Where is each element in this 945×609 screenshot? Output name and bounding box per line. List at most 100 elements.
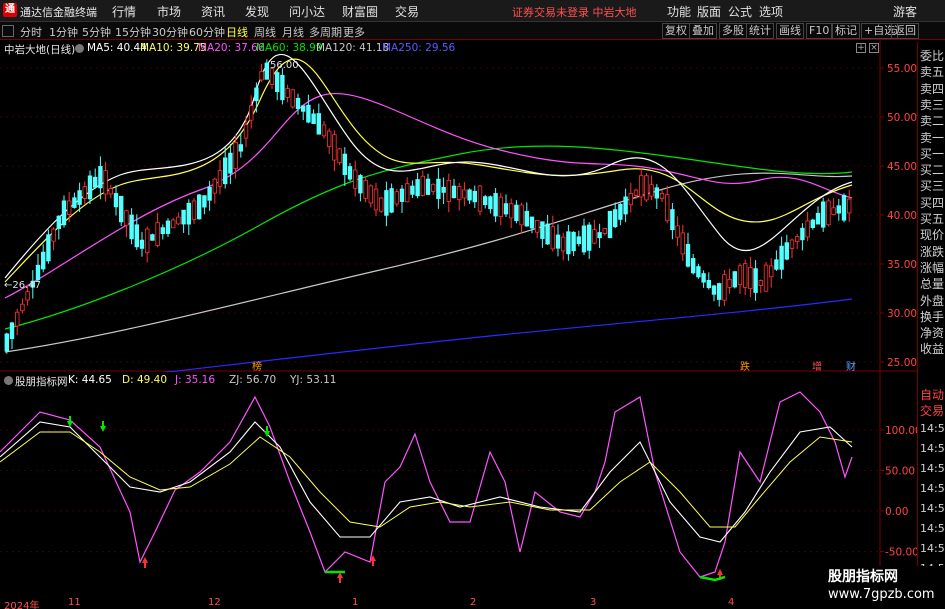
candle-body <box>508 203 514 219</box>
period-60min[interactable]: 60分钟 <box>189 24 225 40</box>
settings-icon[interactable] <box>75 44 84 53</box>
candle-body <box>373 188 379 211</box>
indicator-settings-icon[interactable] <box>4 376 13 385</box>
quote-label: 外盘 <box>920 293 945 308</box>
candle-body <box>670 209 675 231</box>
yj-value: YJ: 53.11 <box>290 374 337 386</box>
candle-body <box>654 187 659 199</box>
candle-body <box>316 113 321 135</box>
period-30min[interactable]: 30分钟 <box>152 24 188 40</box>
menu-shichang[interactable]: 市场 <box>157 3 181 20</box>
mark-button[interactable]: 标记 <box>832 23 860 39</box>
candle-body <box>571 231 576 252</box>
multi-stock-button[interactable]: 多股 <box>719 23 747 39</box>
candle-body <box>332 134 337 161</box>
panel-tab[interactable]: 交易 <box>920 402 944 419</box>
close-icon[interactable]: × <box>869 43 879 53</box>
candle-body <box>706 280 711 288</box>
menu-xuanxiang[interactable]: 选项 <box>759 3 783 20</box>
candle-body <box>212 178 217 194</box>
candle-body <box>378 197 384 212</box>
candle-body <box>134 224 139 248</box>
candle-body <box>228 152 233 174</box>
quote-label: 买四 <box>920 195 945 210</box>
candle-body <box>519 204 524 226</box>
back-button[interactable]: 返回 <box>891 23 919 39</box>
menu-jiaoyi[interactable]: 交易 <box>395 3 419 20</box>
period-multi[interactable]: 多周期 <box>309 24 342 40</box>
candle-body <box>488 196 493 210</box>
candle-body <box>472 190 477 203</box>
candle-body <box>139 239 145 249</box>
period-weekly[interactable]: 周线 <box>254 24 276 40</box>
candle-body <box>774 259 779 270</box>
candle-body <box>264 62 269 80</box>
candle-body <box>384 190 389 216</box>
menu-hangqing[interactable]: 行情 <box>112 3 136 20</box>
overlay-button[interactable]: 叠加 <box>689 23 717 39</box>
price-tick-label: 55.00 <box>887 63 917 75</box>
guest-button[interactable]: 游客 <box>893 3 917 20</box>
candle-body <box>285 88 290 98</box>
period-more[interactable]: 更多 <box>343 24 365 40</box>
draw-line-button[interactable]: 画线 <box>776 23 804 39</box>
ma20-value: MA20: 37.66 <box>198 42 265 54</box>
period-15min[interactable]: 15分钟 <box>115 24 151 40</box>
candle-body <box>691 258 696 274</box>
candle-body <box>389 188 394 213</box>
event-marker: 增 <box>812 360 822 372</box>
quote-label: 卖三 <box>920 97 945 112</box>
menu-caifuquan[interactable]: 财富圈 <box>342 3 378 20</box>
menu-grid-icon[interactable] <box>2 25 14 37</box>
menu-zixun[interactable]: 资讯 <box>201 3 225 20</box>
period-daily[interactable]: 日线 <box>226 24 248 40</box>
kdj-tick-label: 50.00 <box>885 466 915 478</box>
candle-body <box>35 264 41 281</box>
price-chart[interactable]: 56.00 ←26.47 榜 跌 增 财 55.00 50.00 45.00 40.00 35.0… <box>0 40 917 372</box>
candle-body <box>800 227 805 241</box>
kdj-indicator-chart[interactable]: 100.00 50.00 0.00 -50.00 <box>0 372 917 597</box>
period-1min[interactable]: 1分钟 <box>49 24 78 40</box>
candle-body <box>4 333 9 352</box>
quote-label: 涨跌 <box>920 244 945 259</box>
candle-body <box>482 196 488 206</box>
quote-label: 总量 <box>920 277 945 292</box>
zoom-in-icon[interactable]: + <box>856 43 866 53</box>
zj-value: ZJ: 56.70 <box>229 374 277 386</box>
period-monthly[interactable]: 月线 <box>282 24 304 40</box>
chart-controls: + × <box>856 43 882 55</box>
time-axis-label: 3 <box>590 597 597 608</box>
price-tick-label: 30.00 <box>887 308 917 320</box>
quote-label: 收益 <box>920 342 945 357</box>
candle-body <box>430 183 436 192</box>
time-axis: 2024年 11 12 1 2 3 4 <box>0 597 880 609</box>
candle-body <box>404 183 410 203</box>
stats-button[interactable]: 统计 <box>746 23 774 39</box>
panel-tab[interactable]: 自动 <box>920 386 944 403</box>
app-name: 通达信金融终端 <box>20 6 97 19</box>
candle-body <box>160 227 165 235</box>
menu-banmian[interactable]: 版面 <box>697 3 721 20</box>
candle-body <box>368 185 373 204</box>
trade-time: 14:56 <box>920 482 945 495</box>
f10-button[interactable]: F10 <box>806 23 833 39</box>
candle-body <box>441 186 446 193</box>
candle-body <box>477 185 483 212</box>
kdj-tick-label: -50.00 <box>885 547 917 559</box>
period-fenshi[interactable]: 分时 <box>20 24 42 40</box>
candle-body <box>701 273 706 283</box>
candle-body <box>202 195 207 208</box>
candle-body <box>274 72 280 93</box>
candle-body <box>358 175 363 194</box>
period-5min[interactable]: 5分钟 <box>82 24 111 40</box>
quote-label: 涨幅 <box>920 260 945 275</box>
menu-wenxiaoda[interactable]: 问小达 <box>289 3 325 20</box>
menu-gongneng[interactable]: 功能 <box>667 3 691 20</box>
candle-body <box>363 179 368 199</box>
candle-body <box>300 105 306 112</box>
menu-gongshi[interactable]: 公式 <box>728 3 752 20</box>
fuquan-button[interactable]: 复权 <box>662 23 690 39</box>
candle-body <box>14 311 20 327</box>
candle-body <box>222 157 228 185</box>
menu-faxian[interactable]: 发现 <box>245 3 269 20</box>
